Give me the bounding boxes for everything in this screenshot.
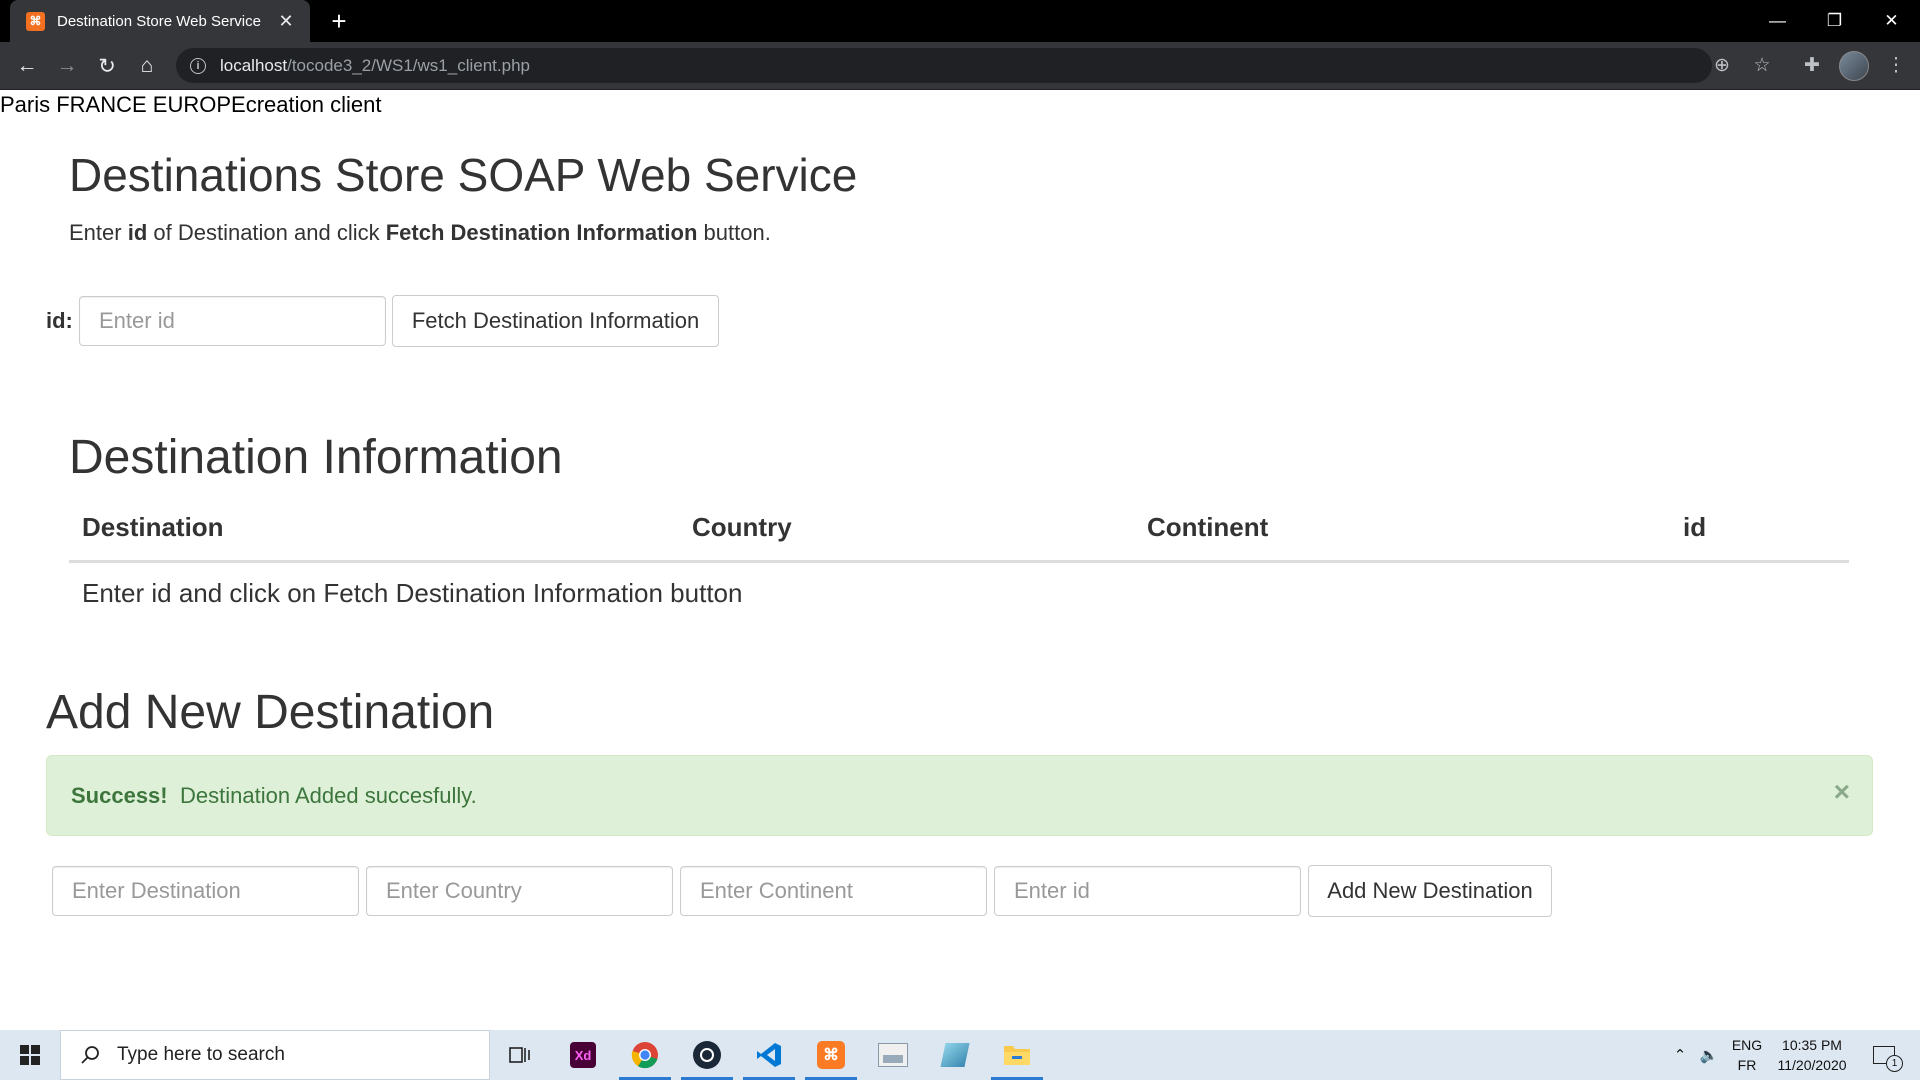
- taskbar-search-placeholder: Type here to search: [117, 1044, 285, 1065]
- new-tab-icon[interactable]: +: [324, 6, 354, 36]
- country-input[interactable]: [366, 866, 673, 916]
- browser-tab-strip: ⌘ Destination Store Web Service ✕ + — ❐ …: [0, 0, 1920, 42]
- column-header-continent: Continent: [1147, 512, 1269, 542]
- tab-close-icon[interactable]: ✕: [274, 9, 298, 33]
- web-page: Paris FRANCE EUROPEcreation client Desti…: [0, 90, 1920, 1030]
- vscode-icon[interactable]: [739, 1030, 799, 1080]
- continent-input[interactable]: [680, 866, 987, 916]
- windows-taskbar: Type here to search Xd ⌘ ⌃ 🔈 ENG FR 10:3…: [0, 1030, 1920, 1080]
- site-info-icon[interactable]: i: [190, 57, 206, 74]
- adobe-xd-icon[interactable]: Xd: [553, 1030, 613, 1080]
- add-destination-heading: Add New Destination: [46, 686, 495, 739]
- page-title: Destinations Store SOAP Web Service: [69, 149, 858, 201]
- language-indicator[interactable]: ENG FR: [1728, 1035, 1766, 1075]
- url-host: localhost: [220, 55, 288, 75]
- column-header-destination: Destination: [82, 512, 224, 542]
- search-icon: [77, 1042, 103, 1068]
- table-empty-message: Enter id and click on Fetch Destination …: [82, 578, 743, 608]
- windows-start-icon[interactable]: [0, 1030, 60, 1080]
- forward-icon[interactable]: →: [51, 50, 83, 82]
- photo-viewer-icon[interactable]: [863, 1030, 923, 1080]
- url-path: /tocode3_2/WS1/ws1_client.php: [287, 55, 530, 75]
- window-close-icon[interactable]: ✕: [1863, 0, 1920, 42]
- chrome-menu-icon[interactable]: ⋮: [1881, 50, 1911, 80]
- restore-icon[interactable]: ❐: [1806, 0, 1863, 42]
- app-icon[interactable]: [925, 1030, 985, 1080]
- home-icon[interactable]: ⌂: [131, 50, 163, 82]
- tab-title: Destination Store Web Service: [57, 12, 261, 30]
- clock-time: 10:35 PM: [1782, 1037, 1842, 1053]
- back-icon[interactable]: ←: [11, 50, 43, 82]
- address-bar[interactable]: i localhost/tocode3_2/WS1/ws1_client.php: [176, 48, 1712, 83]
- clock[interactable]: 10:35 PM 11/20/2020: [1770, 1035, 1854, 1075]
- browser-toolbar: ← → ↻ ⌂ i localhost/tocode3_2/WS1/ws1_cl…: [0, 42, 1920, 90]
- new-id-input[interactable]: [994, 866, 1301, 916]
- language-top: ENG: [1731, 1037, 1763, 1053]
- zoom-icon[interactable]: ⊕: [1707, 50, 1737, 80]
- volume-icon[interactable]: 🔈: [1696, 1030, 1722, 1080]
- taskbar-search-box[interactable]: Type here to search: [60, 1030, 490, 1080]
- file-explorer-icon[interactable]: [987, 1030, 1047, 1080]
- add-destination-button[interactable]: Add New Destination: [1308, 865, 1552, 917]
- notification-center-icon[interactable]: 1: [1864, 1030, 1904, 1080]
- profile-avatar[interactable]: [1839, 51, 1869, 81]
- notification-count: 1: [1886, 1055, 1903, 1072]
- alert-close-icon[interactable]: ×: [1834, 776, 1850, 808]
- chrome-icon[interactable]: [615, 1030, 675, 1080]
- id-label: id:: [46, 308, 73, 333]
- reload-icon[interactable]: ↻: [91, 50, 123, 82]
- fetch-id-input[interactable]: [79, 296, 386, 346]
- column-header-id: id: [1683, 512, 1707, 542]
- success-alert: Success! Destination Added succesfully. …: [46, 755, 1873, 836]
- column-header-country: Country: [692, 512, 792, 542]
- url-text[interactable]: localhost/tocode3_2/WS1/ws1_client.php: [220, 56, 530, 76]
- destination-input[interactable]: [52, 866, 359, 916]
- instructions-text: Enter id of Destination and click Fetch …: [69, 220, 771, 245]
- fetch-destination-button[interactable]: Fetch Destination Information: [392, 295, 719, 347]
- xampp-icon[interactable]: ⌘: [801, 1030, 861, 1080]
- tray-chevron-up-icon[interactable]: ⌃: [1668, 1030, 1692, 1080]
- steam-icon[interactable]: [677, 1030, 737, 1080]
- browser-tab[interactable]: ⌘ Destination Store Web Service ✕: [10, 0, 310, 42]
- destination-info-heading: Destination Information: [69, 431, 563, 484]
- extensions-icon[interactable]: ✚: [1797, 50, 1827, 80]
- minimize-icon[interactable]: —: [1749, 0, 1806, 42]
- alert-message: Destination Added succesfully.: [180, 783, 477, 808]
- server-echo-text: Paris FRANCE EUROPEcreation client: [0, 92, 382, 117]
- table-header-divider: [69, 560, 1849, 563]
- alert-strong-text: Success!: [71, 783, 168, 808]
- task-view-icon[interactable]: [490, 1030, 550, 1080]
- clock-date: 11/20/2020: [1777, 1057, 1847, 1073]
- xampp-favicon-icon: ⌘: [26, 11, 45, 31]
- language-bottom: FR: [1737, 1057, 1757, 1073]
- bookmark-star-icon[interactable]: ☆: [1747, 50, 1777, 80]
